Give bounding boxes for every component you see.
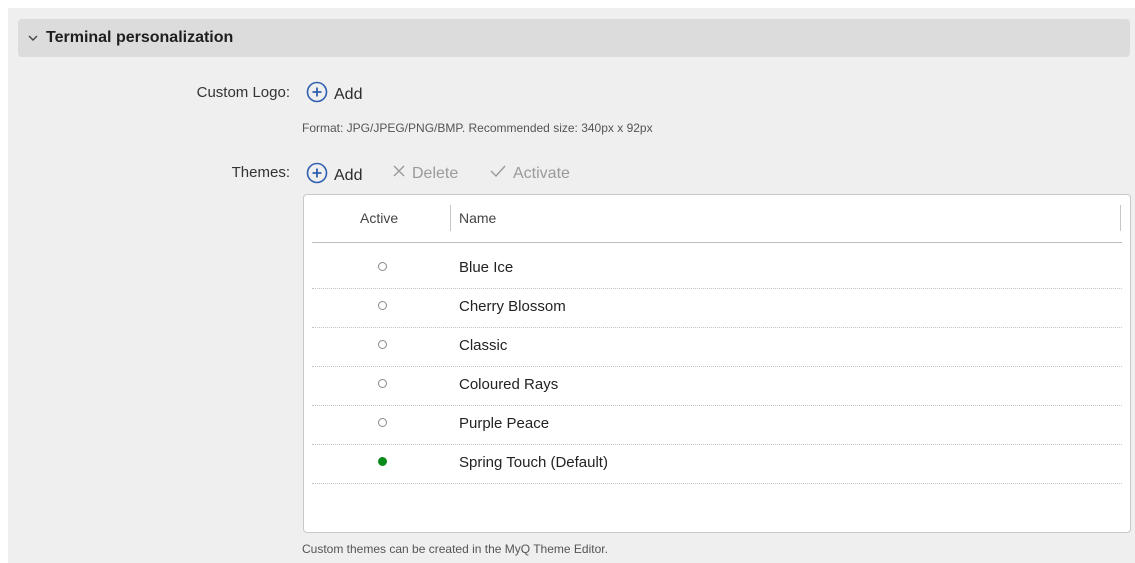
section-header-terminal-personalization[interactable]: Terminal personalization xyxy=(18,19,1130,57)
themes-label: Themes: xyxy=(231,164,290,181)
section-title: Terminal personalization xyxy=(46,29,234,46)
chevron-down-icon[interactable] xyxy=(26,31,40,45)
theme-name: Spring Touch (Default) xyxy=(459,454,608,471)
plus-circle-icon xyxy=(306,81,328,108)
inactive-indicator-icon[interactable] xyxy=(378,262,387,271)
themes-delete-label: Delete xyxy=(412,164,459,182)
header-divider xyxy=(312,242,1122,243)
themes-delete-button[interactable]: Delete xyxy=(392,164,458,183)
table-row[interactable]: Spring Touch (Default) xyxy=(312,444,1122,484)
table-row[interactable]: Blue Ice xyxy=(312,249,1122,289)
themes-add-label: Add xyxy=(334,166,363,184)
theme-name: Coloured Rays xyxy=(459,376,559,393)
custom-logo-add-label: Add xyxy=(334,85,363,103)
inactive-indicator-icon[interactable] xyxy=(378,418,387,427)
theme-name: Purple Peace xyxy=(459,415,550,432)
table-row[interactable]: Cherry Blossom xyxy=(312,288,1122,328)
themes-table: Active Name Blue Ice Cherry Blossom Classi… xyxy=(303,194,1131,533)
column-separator[interactable] xyxy=(1120,205,1121,231)
custom-logo-format-hint: Format: JPG/JPEG/PNG/BMP. Recommended si… xyxy=(302,121,653,135)
theme-name: Classic xyxy=(459,337,508,354)
table-row[interactable]: Purple Peace xyxy=(312,405,1122,445)
theme-name: Blue Ice xyxy=(459,259,514,276)
check-icon xyxy=(489,164,507,183)
inactive-indicator-icon[interactable] xyxy=(378,340,387,349)
themes-activate-button[interactable]: Activate xyxy=(489,164,570,183)
table-row[interactable]: Classic xyxy=(312,327,1122,367)
custom-logo-add-button[interactable]: Add xyxy=(306,81,362,108)
inactive-indicator-icon[interactable] xyxy=(378,379,387,388)
theme-name: Cherry Blossom xyxy=(459,298,566,315)
themes-footer-hint: Custom themes can be created in the MyQ … xyxy=(302,542,608,556)
column-separator[interactable] xyxy=(450,205,451,231)
plus-circle-icon xyxy=(306,162,328,189)
custom-logo-label: Custom Logo: xyxy=(196,84,290,101)
themes-add-button[interactable]: Add xyxy=(306,162,362,189)
column-header-name[interactable]: Name xyxy=(459,210,496,226)
themes-activate-label: Activate xyxy=(513,164,570,182)
active-indicator-icon[interactable] xyxy=(378,457,387,466)
table-row[interactable]: Coloured Rays xyxy=(312,366,1122,406)
inactive-indicator-icon[interactable] xyxy=(378,301,387,310)
column-header-active[interactable]: Active xyxy=(360,210,398,226)
x-icon xyxy=(392,164,406,183)
settings-panel: Terminal personalization Custom Logo: Ad… xyxy=(8,8,1135,563)
